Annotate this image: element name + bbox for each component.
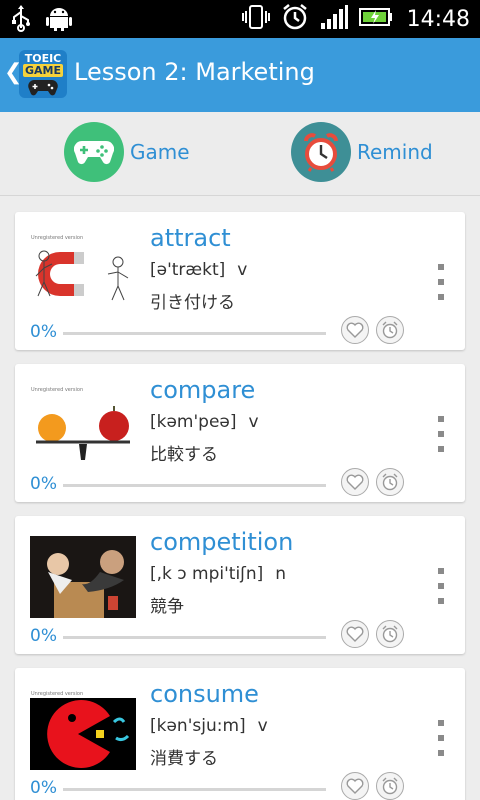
list-item[interactable]: Unregistered version consume [kən'sju:m]… bbox=[15, 668, 465, 800]
alarm-clock-icon bbox=[291, 122, 351, 182]
clock-time: 14:48 bbox=[406, 6, 470, 32]
android-debug-icon bbox=[46, 4, 72, 36]
pronunciation-text: [,k ɔ mpi'tiʃn] n bbox=[150, 564, 286, 584]
progress-bar bbox=[63, 636, 326, 639]
gamepad-icon bbox=[28, 80, 58, 96]
logo-text-game: GAME bbox=[23, 64, 63, 77]
ipa-text: [kən'sju:m] bbox=[150, 716, 246, 736]
thumb-magnet-image: Unregistered version bbox=[30, 232, 136, 314]
signal-icon bbox=[319, 3, 349, 35]
action-bar: ❮ TOEIC GAME Lesson 2: Marketing bbox=[0, 38, 480, 112]
meaning-text: 比較する bbox=[150, 445, 218, 465]
gamepad-icon bbox=[64, 122, 124, 182]
progress-bar bbox=[63, 484, 326, 487]
word-text: compare bbox=[150, 376, 256, 404]
thumb-watermark: Unregistered version bbox=[31, 235, 84, 241]
list-item[interactable]: Unregistered version attract [ə'trækt] v … bbox=[15, 212, 465, 350]
thumb-watermark: Unregistered version bbox=[31, 387, 84, 393]
alarm-clock-icon bbox=[281, 3, 309, 35]
battery-charging-icon bbox=[358, 3, 393, 35]
remind-button[interactable]: Remind bbox=[291, 122, 433, 182]
thumb-scale-image: Unregistered version bbox=[30, 384, 136, 466]
usb-icon bbox=[10, 4, 32, 36]
progress-bar bbox=[63, 332, 326, 335]
overflow-menu-icon[interactable] bbox=[433, 264, 449, 300]
favorite-heart-icon[interactable] bbox=[341, 316, 369, 344]
progress-percent: 0% bbox=[30, 474, 57, 494]
word-text: competition bbox=[150, 528, 294, 556]
thumb-armwrestling-photo bbox=[30, 536, 136, 618]
reminder-alarm-icon[interactable] bbox=[376, 772, 404, 800]
favorite-heart-icon[interactable] bbox=[341, 620, 369, 648]
ipa-text: [kəm'peə] bbox=[150, 412, 237, 432]
overflow-menu-icon[interactable] bbox=[433, 568, 449, 604]
meaning-text: 競争 bbox=[150, 597, 184, 617]
word-text: consume bbox=[150, 680, 259, 708]
part-of-speech: v bbox=[257, 716, 268, 736]
progress-bar bbox=[63, 788, 326, 791]
pronunciation-text: [kəm'peə] v bbox=[150, 412, 259, 432]
favorite-heart-icon[interactable] bbox=[341, 468, 369, 496]
reminder-alarm-icon[interactable] bbox=[376, 468, 404, 496]
favorite-heart-icon[interactable] bbox=[341, 772, 369, 800]
word-text: attract bbox=[150, 224, 231, 252]
part-of-speech: v bbox=[237, 260, 248, 280]
vocab-list[interactable]: Unregistered version attract [ə'trækt] v … bbox=[0, 196, 480, 800]
overflow-menu-icon[interactable] bbox=[433, 416, 449, 452]
meaning-text: 引き付ける bbox=[150, 293, 235, 313]
remind-label: Remind bbox=[357, 140, 433, 164]
progress-percent: 0% bbox=[30, 778, 57, 798]
list-item[interactable]: competition [,k ɔ mpi'tiʃn] n 競争 0% bbox=[15, 516, 465, 654]
ipa-text: [ə'trækt] bbox=[150, 260, 226, 280]
reminder-alarm-icon[interactable] bbox=[376, 316, 404, 344]
ipa-text: [,k ɔ mpi'tiʃn] bbox=[150, 564, 264, 584]
meaning-text: 消費する bbox=[150, 749, 218, 769]
list-item[interactable]: Unregistered version compare [kəm'peə] v … bbox=[15, 364, 465, 502]
overflow-menu-icon[interactable] bbox=[433, 720, 449, 756]
vibrate-icon bbox=[241, 3, 271, 35]
progress-percent: 0% bbox=[30, 322, 57, 342]
thumb-watermark: Unregistered version bbox=[31, 691, 84, 697]
pronunciation-text: [ə'trækt] v bbox=[150, 260, 247, 280]
page-title: Lesson 2: Marketing bbox=[74, 58, 315, 86]
part-of-speech: v bbox=[248, 412, 259, 432]
progress-percent: 0% bbox=[30, 626, 57, 646]
pronunciation-text: [kən'sju:m] v bbox=[150, 716, 268, 736]
game-label: Game bbox=[130, 140, 190, 164]
app-logo[interactable]: TOEIC GAME bbox=[19, 50, 67, 98]
part-of-speech: n bbox=[275, 564, 287, 584]
thumb-pacman-image: Unregistered version bbox=[30, 688, 136, 770]
mode-toolbar: Game Remind bbox=[0, 112, 480, 196]
reminder-alarm-icon[interactable] bbox=[376, 620, 404, 648]
status-bar: 14:48 bbox=[0, 0, 480, 38]
game-button[interactable]: Game bbox=[64, 122, 190, 182]
